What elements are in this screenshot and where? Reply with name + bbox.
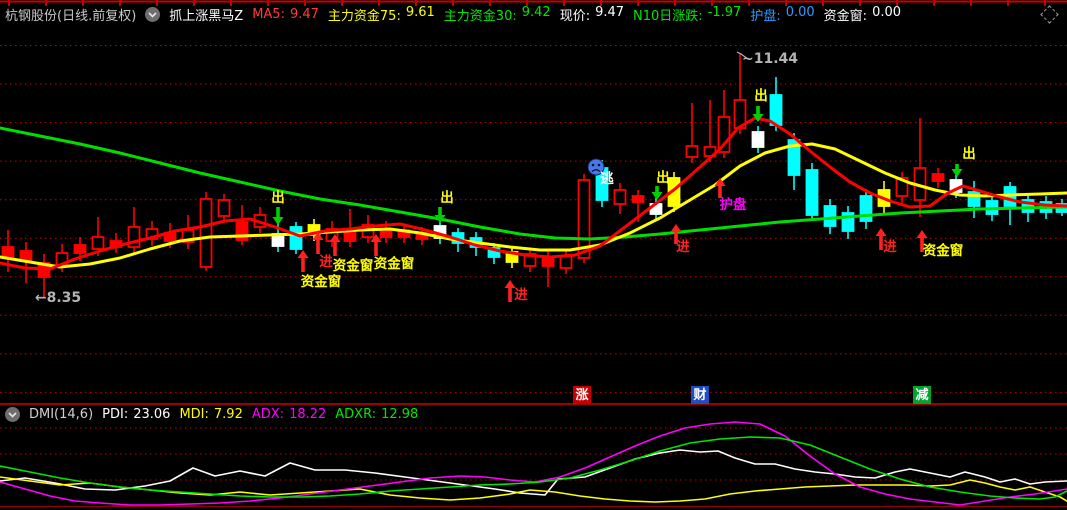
field-value: 9.47 (289, 7, 319, 22)
candle-body (769, 94, 783, 126)
dmi-info-bar: DMI(14,6) PDI: 23.06 MDI: 7.92 ADX: 18.22 A… (5, 406, 418, 423)
field-value: 12.98 (381, 407, 419, 422)
candle-body (1, 246, 15, 258)
annotation-text: 出 (271, 189, 285, 206)
field-label: PDI: (102, 407, 129, 422)
candle-body (541, 257, 555, 267)
field-value: 7.92 (213, 407, 243, 422)
field-zhuli-30: 主力资金30: 9.42 (444, 5, 551, 24)
field-adx: ADX: 18.22 (252, 407, 326, 422)
annotation-text: 逃 (600, 170, 614, 187)
tag-jian[interactable]: 减 (913, 386, 931, 404)
field-label: 主力资金30: (443, 9, 517, 24)
candle-body (289, 226, 303, 250)
dmi-indicator-name: DMI(14,6) (29, 407, 94, 422)
field-label: ADX: (251, 407, 285, 422)
candle-body (823, 205, 837, 227)
dmi-line-pdi (0, 449, 1067, 496)
high-price-label: ~11.44 (742, 51, 798, 67)
annotation-text: 出 (754, 87, 768, 104)
annotation-text: 资金窗 (301, 273, 342, 290)
field-value: 18.22 (289, 407, 327, 422)
field-label: 主力资金75: (327, 9, 401, 24)
field-current-price: 现价: 9.47 (560, 5, 624, 24)
field-value: 23.06 (133, 407, 171, 422)
field-value: 9.61 (405, 5, 435, 20)
field-adxr: ADXR: 12.98 (335, 407, 418, 422)
field-label: 资金窗: (823, 9, 868, 24)
candle-body (751, 131, 765, 148)
field-zijinchuang: 资金窗: 0.00 (824, 5, 901, 24)
candle-body (613, 189, 627, 205)
chart-canvas[interactable]: 出资金窗进 资金窗 资金窗出进逃 出进护盘出进 资金窗出~11.44←8.35 (0, 0, 1067, 510)
candle-body (217, 199, 231, 217)
field-label: ADXR: (335, 407, 377, 422)
field-value: 9.42 (521, 5, 551, 20)
annotation-text: 进 (514, 287, 528, 303)
candle-body (559, 255, 573, 269)
dmi-line-adx (0, 421, 1067, 506)
annotation-text: 出 (962, 145, 976, 162)
field-hupan: 护盘: 0.00 (750, 5, 814, 24)
sell-arrow-icon (951, 164, 963, 177)
field-label: MA5: (252, 7, 285, 22)
candle-body (91, 236, 105, 250)
stock-title: 杭钢股份(日线.前复权) (5, 9, 137, 24)
field-pdi: PDI: 23.06 (102, 407, 170, 422)
annotation-text: 进 (319, 254, 333, 270)
field-zhuli-75: 主力资金75: 9.61 (328, 5, 435, 24)
top-info-bar: 杭钢股份(日线.前复权) 抓上涨黑马Z MA5: 9.47 主力资金75: 9.61… (5, 3, 1033, 26)
sell-arrow-icon (272, 207, 284, 225)
candle-body (199, 198, 213, 268)
field-mdi: MDI: 7.92 (179, 407, 242, 422)
annotation-text: 护盘 (720, 196, 748, 213)
field-value: 0.00 (872, 5, 902, 20)
field-n10-change: N10日涨跌: -1.97 (633, 5, 741, 24)
candle-body (343, 232, 357, 242)
annotation-text: 资金窗 (923, 242, 964, 259)
stock-app-window: 出资金窗进资金窗 资金窗出进逃出进护盘出进资金窗出 ~11.44 ←8.35 杭钢股份… (0, 0, 1067, 510)
chevron-down-circle-icon[interactable] (145, 7, 161, 22)
annotation-text: 进 (883, 239, 897, 255)
face-eye (597, 163, 601, 167)
face-eye (591, 163, 595, 167)
tag-zhang[interactable]: 涨 (573, 386, 591, 404)
field-label: 护盘: (750, 9, 781, 24)
candle-body (631, 195, 645, 203)
field-label: MDI: (179, 407, 209, 422)
chevron-down-circle-icon[interactable] (5, 407, 20, 422)
annotation-text: 资金窗 (333, 257, 374, 274)
low-price-label: ←8.35 (35, 290, 81, 306)
field-value: 9.47 (595, 5, 625, 20)
buy-arrow-icon (297, 250, 309, 272)
field-value: 0.00 (785, 5, 815, 20)
annotation-text: 出 (440, 189, 454, 206)
annotation-text: 进 (676, 239, 690, 255)
tag-cai[interactable]: 财 (691, 386, 709, 404)
field-label: 现价: (559, 9, 591, 24)
indicator-name: 抓上涨黑马Z (169, 9, 244, 24)
buy-arrow-icon (714, 178, 726, 198)
candle-body (931, 173, 945, 182)
field-value: -1.97 (707, 5, 742, 20)
field-ma5: MA5: 9.47 (252, 7, 319, 22)
candle-body (73, 244, 87, 254)
candle-body (805, 169, 819, 216)
field-label: N10日涨跌: (633, 9, 703, 24)
annotation-text: 资金窗 (374, 255, 415, 272)
candle-body (685, 145, 699, 158)
annotation-text: 出 (656, 169, 670, 186)
